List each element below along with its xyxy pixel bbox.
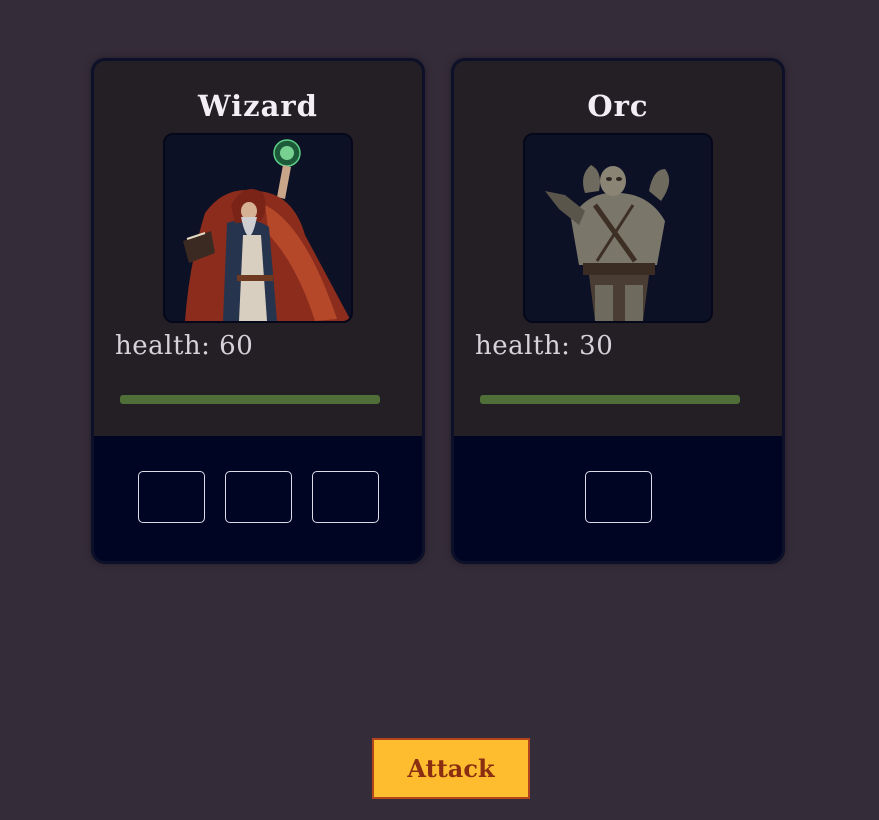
orc-dice-tray xyxy=(454,436,782,561)
orc-dice-slot xyxy=(584,470,652,523)
wizard-name: Wizard xyxy=(198,89,318,123)
orc-health-fill xyxy=(480,395,740,404)
wizard-health-fill xyxy=(120,395,380,404)
orc-portrait xyxy=(523,133,713,323)
orc-health-bar xyxy=(480,395,740,404)
wizard-dice-slot xyxy=(311,470,379,523)
wizard-health-bar xyxy=(120,395,380,404)
wizard-portrait xyxy=(163,133,353,323)
orc-figure xyxy=(545,165,670,321)
wizard-card-header: Wizard health: 60 xyxy=(94,61,422,436)
wizard-dice-tray xyxy=(94,436,422,561)
wizard-dice-slot xyxy=(224,470,292,523)
wizard-dice-slot xyxy=(137,470,205,523)
orc-name: Orc xyxy=(587,89,649,123)
orc-health-text: health: 30 xyxy=(475,331,614,361)
attack-button[interactable]: Attack xyxy=(372,738,530,799)
orc-card-header: Orc health: 30 xyxy=(454,61,782,436)
orc-card: Orc health: 30 xyxy=(451,58,785,564)
wizard-figure xyxy=(183,139,351,321)
wizard-card: Wizard health: 60 xyxy=(91,58,425,564)
wizard-health-text: health: 60 xyxy=(115,331,254,361)
